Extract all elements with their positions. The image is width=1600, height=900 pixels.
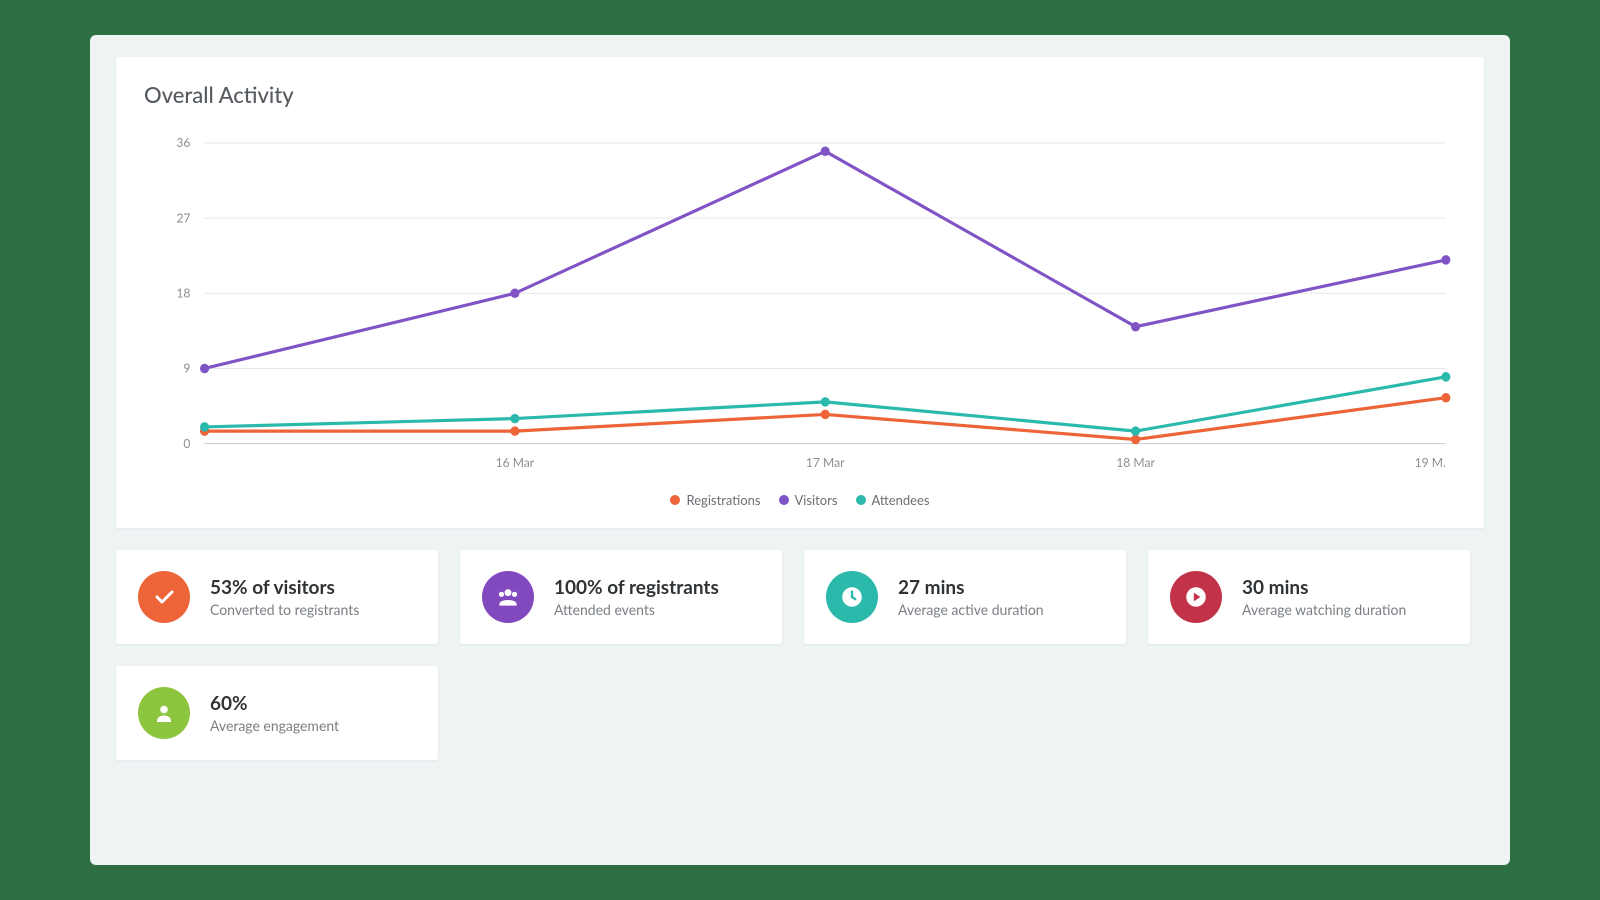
chart-title: Overall Activity	[144, 81, 1456, 108]
svg-text:19 M.: 19 M.	[1415, 455, 1446, 470]
person-icon	[138, 687, 190, 739]
stat-card: 53% of visitors Converted to registrants	[116, 550, 438, 644]
legend-dot-icon	[670, 495, 680, 505]
stat-value: 100% of registrants	[554, 576, 719, 599]
svg-text:0: 0	[183, 436, 190, 451]
chart-legend: Registrations Visitors Attendees	[144, 492, 1456, 508]
clock-icon	[826, 571, 878, 623]
stat-card: 100% of registrants Attended events	[460, 550, 782, 644]
overall-activity-card: Overall Activity 0 9 18 27 36 16 Mar 17 Mar 18 …	[116, 57, 1484, 528]
chart-area: 0 9 18 27 36 16 Mar 17 Mar 18 Mar 19 M.	[144, 126, 1456, 486]
svg-text:17 Mar: 17 Mar	[806, 455, 845, 470]
legend-dot-icon	[779, 495, 789, 505]
stat-card: 60% Average engagement	[116, 666, 438, 760]
legend-dot-icon	[856, 495, 866, 505]
stat-text: 60% Average engagement	[210, 692, 339, 734]
stat-label: Converted to registrants	[210, 601, 359, 618]
legend-label: Attendees	[872, 492, 930, 508]
stat-value: 60%	[210, 692, 339, 715]
legend-item[interactable]: Attendees	[856, 492, 930, 508]
stat-label: Average watching duration	[1242, 601, 1406, 618]
stat-label: Average engagement	[210, 717, 339, 734]
dashboard-panel: Overall Activity 0 9 18 27 36 16 Mar 17 Mar 18 …	[90, 35, 1510, 865]
legend-label: Registrations	[686, 492, 760, 508]
stat-text: 30 mins Average watching duration	[1242, 576, 1406, 618]
stat-value: 53% of visitors	[210, 576, 359, 599]
users-icon	[482, 571, 534, 623]
stats-grid: 53% of visitors Converted to registrants 1…	[116, 550, 1484, 760]
legend-item[interactable]: Registrations	[670, 492, 760, 508]
check-icon	[138, 571, 190, 623]
line-chart[interactable]: 0 9 18 27 36 16 Mar 17 Mar 18 Mar 19 M.	[144, 126, 1456, 486]
stat-label: Average active duration	[898, 601, 1044, 618]
play-icon	[1170, 571, 1222, 623]
stat-label: Attended events	[554, 601, 719, 618]
legend-item[interactable]: Visitors	[779, 492, 838, 508]
svg-text:18: 18	[176, 285, 190, 300]
stat-text: 53% of visitors Converted to registrants	[210, 576, 359, 618]
svg-text:27: 27	[176, 210, 190, 225]
legend-label: Visitors	[795, 492, 838, 508]
stat-text: 100% of registrants Attended events	[554, 576, 719, 618]
stat-card: 27 mins Average active duration	[804, 550, 1126, 644]
svg-text:36: 36	[176, 135, 190, 150]
svg-text:9: 9	[183, 360, 190, 375]
stat-value: 30 mins	[1242, 576, 1406, 599]
svg-text:16 Mar: 16 Mar	[496, 455, 535, 470]
stat-value: 27 mins	[898, 576, 1044, 599]
svg-text:18 Mar: 18 Mar	[1116, 455, 1155, 470]
stat-card: 30 mins Average watching duration	[1148, 550, 1470, 644]
stat-text: 27 mins Average active duration	[898, 576, 1044, 618]
